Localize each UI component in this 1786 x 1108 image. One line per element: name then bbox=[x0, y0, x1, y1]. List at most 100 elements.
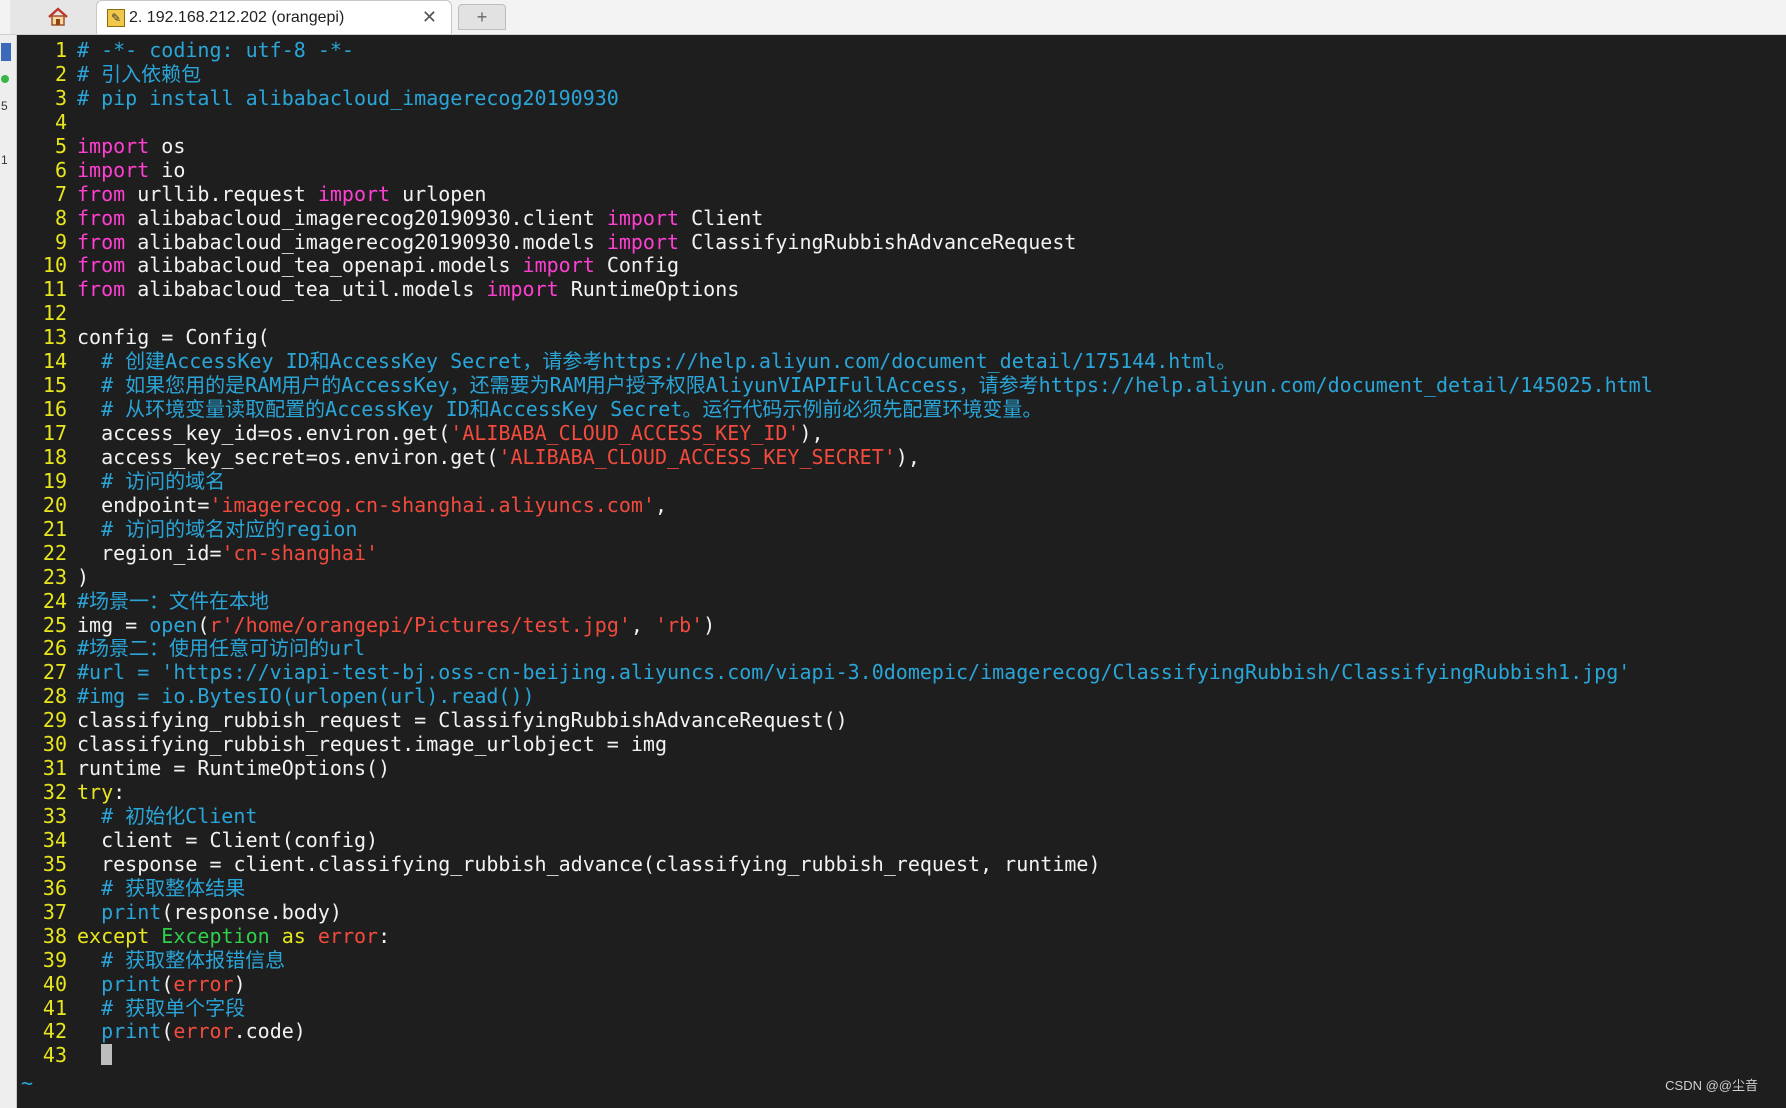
code-line: 17 access_key_id=os.environ.get('ALIBABA… bbox=[27, 421, 1653, 446]
code-line: 21 # 访问的域名对应的region bbox=[27, 516, 1653, 542]
side-strip-mark: 5 bbox=[1, 99, 8, 113]
line-number: 7 bbox=[54, 181, 67, 206]
line-number: 10 bbox=[42, 253, 67, 278]
code-token: # 访问的域名对应的region bbox=[101, 516, 358, 541]
code-line: 5 import os bbox=[27, 133, 1653, 159]
line-number: 26 bbox=[42, 636, 67, 661]
code-token: import bbox=[606, 205, 680, 230]
code-token: import bbox=[522, 253, 595, 278]
code-line: 39 # 获取整体报错信息 bbox=[27, 947, 1653, 973]
code-line: 11 from alibabacloud_tea_util.models impo… bbox=[27, 277, 1653, 302]
code-token: ( bbox=[197, 612, 210, 637]
code-line: 24 #场景一：文件在本地 bbox=[27, 588, 1653, 614]
code-token: print bbox=[101, 899, 162, 924]
code-token: error bbox=[173, 971, 234, 996]
code-token: ( bbox=[161, 1019, 174, 1044]
line-number: 42 bbox=[42, 1019, 67, 1044]
empty-line-tilde: ~ bbox=[21, 1071, 34, 1095]
code-token: region_id= bbox=[77, 540, 222, 565]
side-strip-green-icon bbox=[1, 75, 9, 83]
code-line: 7 from urllib.request import urlopen bbox=[27, 181, 1653, 207]
code-token: open bbox=[149, 612, 198, 637]
code-token: # 获取单个字段 bbox=[101, 995, 246, 1020]
code-line: 14 # 创建AccessKey ID和AccessKey Secret，请参考… bbox=[27, 349, 1653, 374]
code-token: from bbox=[77, 229, 126, 254]
code-token: img = bbox=[77, 612, 150, 637]
code-token: import bbox=[77, 157, 150, 182]
line-number: 8 bbox=[54, 205, 67, 230]
code-token: os bbox=[149, 133, 186, 158]
code-token: ), bbox=[895, 444, 920, 469]
code-line: 8 from alibabacloud_imagerecog20190930.cl… bbox=[27, 205, 1653, 231]
line-number: 36 bbox=[42, 875, 67, 900]
code-token: error bbox=[173, 1019, 234, 1044]
line-number: 1 bbox=[54, 38, 67, 62]
home-tab[interactable] bbox=[10, 0, 107, 34]
line-number: 43 bbox=[42, 1043, 67, 1068]
code-editor[interactable]: 1 # -*- coding: utf-8 -*- 2 # 引入依赖包 3 # pip i… bbox=[27, 38, 1653, 1068]
code-line: 26 #场景二：使用任意可访问的url bbox=[27, 636, 1653, 661]
code-token: try bbox=[77, 780, 114, 805]
code-line: 12 bbox=[27, 301, 1653, 326]
left-side-strip: 5 1 bbox=[0, 35, 17, 1108]
code-token: # 初始化Client bbox=[101, 804, 258, 828]
ssh-session-icon: ✎ bbox=[107, 8, 125, 27]
code-token: import bbox=[77, 133, 150, 158]
line-number: 15 bbox=[42, 373, 67, 398]
session-tab-title: 2. 192.168.212.202 (orangepi) bbox=[129, 8, 345, 26]
line-number: 30 bbox=[42, 732, 67, 757]
code-line: 3 # pip install alibabacloud_imagerecog20… bbox=[27, 86, 1653, 111]
line-number: 40 bbox=[42, 971, 67, 996]
code-line: 34 client = Client(config) bbox=[27, 828, 1653, 853]
code-token: except bbox=[77, 923, 150, 948]
code-token: ), bbox=[799, 421, 824, 445]
line-number: 24 bbox=[42, 588, 67, 613]
code-line: 23) bbox=[27, 564, 1653, 590]
code-token: access_key_secret=os.environ.get( bbox=[77, 444, 499, 469]
home-icon bbox=[48, 7, 68, 26]
code-token: 'ALIBABA_CLOUD_ACCESS_KEY_SECRET' bbox=[498, 444, 896, 469]
code-token: endpoint= bbox=[77, 492, 210, 517]
code-line: 25 img = open(r'/home/orangepi/Pictures/t… bbox=[27, 612, 1653, 638]
code-token: # 引入依赖包 bbox=[77, 61, 202, 86]
session-tab[interactable]: ✎ 2. 192.168.212.202 (orangepi) ✕ bbox=[96, 0, 452, 34]
code-token: ) bbox=[703, 612, 716, 637]
code-line: 41 # 获取单个字段 bbox=[27, 995, 1653, 1021]
code-token: ClassifyingRubbishAdvanceRequest bbox=[679, 229, 1077, 254]
code-token: (response.body) bbox=[161, 899, 342, 924]
code-token: #场景二：使用任意可访问的url bbox=[77, 636, 366, 661]
close-tab-icon[interactable]: ✕ bbox=[422, 7, 437, 28]
code-token: classifying_rubbish_request.image_urlobj… bbox=[77, 732, 668, 757]
code-token: Exception bbox=[161, 923, 270, 948]
new-tab-button[interactable]: + bbox=[458, 4, 506, 30]
code-token: import bbox=[317, 181, 391, 206]
code-token: access_key_id=os.environ.get( bbox=[77, 421, 451, 445]
code-token: error bbox=[317, 923, 379, 948]
code-line: 19 # 访问的域名 bbox=[27, 469, 1653, 494]
code-token: # 从环境变量读取配置的AccessKey ID和AccessKey Secre… bbox=[101, 397, 1043, 422]
code-line: 22 region_id='cn-shanghai' bbox=[27, 540, 1653, 566]
code-token: urlopen bbox=[390, 181, 487, 206]
line-number: 38 bbox=[42, 923, 67, 948]
line-number: 9 bbox=[54, 229, 67, 254]
line-number: 31 bbox=[42, 756, 67, 781]
code-token: .code) bbox=[233, 1019, 306, 1044]
line-number: 39 bbox=[42, 947, 67, 972]
terminal-pane[interactable]: 1 # -*- coding: utf-8 -*- 2 # 引入依赖包 3 # pip i… bbox=[17, 35, 1786, 1108]
line-number: 13 bbox=[42, 325, 67, 350]
code-token: from bbox=[77, 253, 126, 278]
line-number: 32 bbox=[42, 780, 67, 805]
code-token: #场景一：文件在本地 bbox=[77, 588, 270, 613]
code-token: config = Config( bbox=[77, 325, 270, 350]
code-line: 16 # 从环境变量读取配置的AccessKey ID和AccessKey Se… bbox=[27, 397, 1653, 422]
line-number: 23 bbox=[42, 564, 67, 589]
line-number: 6 bbox=[54, 157, 67, 182]
watermark: CSDN @@尘音 bbox=[1665, 1078, 1758, 1093]
side-strip-mark: 1 bbox=[1, 153, 8, 167]
